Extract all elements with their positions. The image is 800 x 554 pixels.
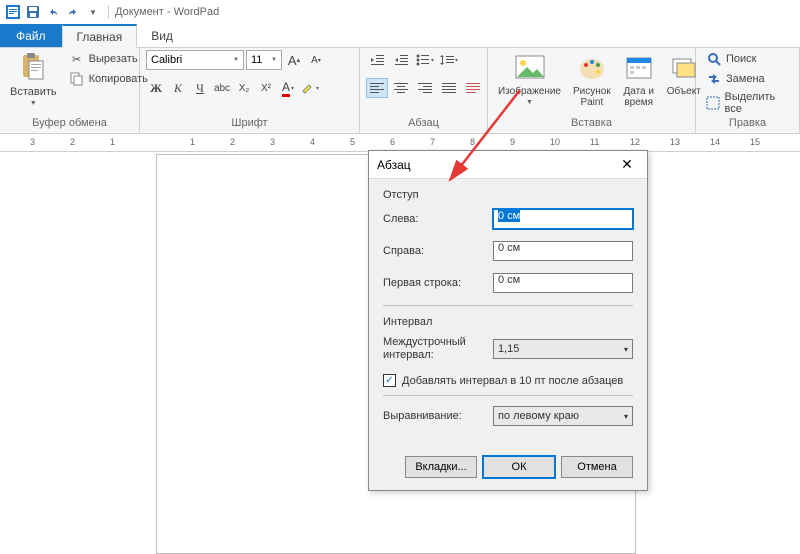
grow-font-button[interactable]: A▴ — [284, 50, 304, 70]
indent-section-label: Отступ — [383, 189, 633, 201]
ok-button[interactable]: ОК — [483, 456, 555, 478]
ribbon: Вставить ▼ ✂Вырезать Копировать Буфер об… — [0, 48, 800, 134]
underline-button[interactable]: Ч — [190, 78, 210, 98]
decrease-indent-button[interactable] — [366, 50, 388, 70]
group-clipboard: Вставить ▼ ✂Вырезать Копировать Буфер об… — [0, 48, 140, 133]
quick-access-toolbar: ▼ — [4, 3, 102, 21]
selectall-icon — [706, 95, 721, 111]
font-name-combo[interactable]: Calibri▼ — [146, 50, 244, 70]
replace-button[interactable]: Замена — [702, 70, 793, 88]
chevron-down-icon: ▾ — [431, 57, 434, 64]
replace-icon — [706, 71, 722, 87]
group-clipboard-label: Буфер обмена — [6, 117, 133, 131]
group-insert-label: Вставка — [494, 117, 689, 131]
spacing-section-label: Интервал — [383, 316, 633, 328]
strikethrough-button[interactable]: abc — [212, 78, 232, 98]
close-icon: ✕ — [621, 156, 633, 173]
shrink-font-button[interactable]: A▾ — [306, 50, 326, 70]
group-insert: Изображение▼ Рисунок Paint Дата и время … — [488, 48, 696, 133]
tab-home[interactable]: Главная — [62, 24, 138, 48]
app-icon[interactable] — [4, 3, 22, 21]
font-color-button[interactable]: A▾ — [278, 78, 298, 98]
addspace-checkbox[interactable]: ✓ — [383, 374, 396, 387]
group-font: Calibri▼ 11▼ A▴ A▾ Ж К Ч abc X₂ X² A▾ ▾ … — [140, 48, 360, 133]
left-indent-label: Слева: — [383, 213, 493, 225]
chevron-down-icon: ▾ — [291, 85, 294, 92]
font-size-combo[interactable]: 11▼ — [246, 50, 282, 70]
insert-image-button[interactable]: Изображение▼ — [494, 50, 565, 108]
increase-indent-button[interactable] — [390, 50, 412, 70]
window-title: Документ - WordPad — [115, 6, 219, 18]
addspace-label: Добавлять интервал в 10 пт после абзацев — [402, 375, 623, 387]
ribbon-tabs: Файл Главная Вид — [0, 24, 800, 48]
align-center-button[interactable] — [390, 78, 412, 98]
save-icon[interactable] — [24, 3, 42, 21]
paragraph-dialog-button[interactable] — [462, 78, 484, 98]
close-button[interactable]: ✕ — [615, 153, 639, 177]
chevron-down-icon: ▼ — [233, 57, 239, 63]
chevron-down-icon: ▾ — [624, 345, 628, 354]
chevron-down-icon: ▼ — [30, 100, 37, 107]
calendar-icon — [623, 52, 655, 84]
image-icon — [514, 52, 546, 84]
chevron-down-icon: ▾ — [455, 57, 458, 64]
tabs-button[interactable]: Вкладки... — [405, 456, 477, 478]
chevron-down-icon: ▾ — [624, 412, 628, 421]
chevron-down-icon: ▾ — [316, 85, 319, 92]
line-spacing-button[interactable]: ▾ — [438, 50, 460, 70]
group-edit-label: Правка — [702, 117, 793, 131]
cut-icon: ✂ — [69, 51, 85, 67]
paste-icon — [17, 52, 49, 84]
tab-file[interactable]: Файл — [0, 24, 62, 47]
paste-button[interactable]: Вставить ▼ — [6, 50, 61, 109]
cut-button[interactable]: ✂Вырезать — [65, 50, 152, 68]
linespacing-combo[interactable]: 1,15▾ — [493, 339, 633, 359]
paint-icon — [576, 52, 608, 84]
selectall-button[interactable]: Выделить все — [702, 90, 793, 116]
cancel-button[interactable]: Отмена — [561, 456, 633, 478]
bold-button[interactable]: Ж — [146, 78, 166, 98]
right-indent-label: Справа: — [383, 245, 493, 257]
left-indent-input[interactable]: 0 см — [493, 209, 633, 229]
qat-customize-icon[interactable]: ▼ — [84, 3, 102, 21]
titlebar: ▼ Документ - WordPad — [0, 0, 800, 24]
dialog-titlebar: Абзац ✕ — [369, 151, 647, 179]
object-icon — [668, 52, 700, 84]
group-paragraph: ▾ ▾ Абзац — [360, 48, 488, 133]
right-indent-input[interactable]: 0 см — [493, 241, 633, 261]
copy-button[interactable]: Копировать — [65, 70, 152, 88]
bullets-button[interactable]: ▾ — [414, 50, 436, 70]
linespacing-label: Междустрочный интервал: — [383, 336, 493, 362]
group-font-label: Шрифт — [146, 117, 353, 131]
tab-view[interactable]: Вид — [137, 24, 188, 47]
redo-icon[interactable] — [64, 3, 82, 21]
find-button[interactable]: Поиск — [702, 50, 793, 68]
group-paragraph-label: Абзац — [366, 117, 481, 131]
align-justify-button[interactable] — [438, 78, 460, 98]
chevron-down-icon: ▼ — [271, 57, 277, 63]
copy-icon — [69, 71, 85, 87]
paste-label: Вставить — [10, 86, 57, 98]
align-right-button[interactable] — [414, 78, 436, 98]
group-edit: Поиск Замена Выделить все Правка — [696, 48, 800, 133]
firstline-indent-label: Первая строка: — [383, 277, 493, 289]
paragraph-dialog: Абзац ✕ Отступ Слева: 0 см Справа: 0 см … — [368, 150, 648, 491]
subscript-button[interactable]: X₂ — [234, 78, 254, 98]
search-icon — [706, 51, 722, 67]
firstline-indent-input[interactable]: 0 см — [493, 273, 633, 293]
dialog-title-text: Абзац — [377, 158, 411, 172]
insert-paint-button[interactable]: Рисунок Paint — [569, 50, 615, 110]
chevron-down-icon: ▼ — [526, 99, 533, 106]
align-left-button[interactable] — [366, 78, 388, 98]
highlight-button[interactable]: ▾ — [300, 78, 320, 98]
insert-datetime-button[interactable]: Дата и время — [619, 50, 659, 110]
undo-icon[interactable] — [44, 3, 62, 21]
superscript-button[interactable]: X² — [256, 78, 276, 98]
italic-button[interactable]: К — [168, 78, 188, 98]
alignment-label: Выравнивание: — [383, 410, 493, 422]
alignment-combo[interactable]: по левому краю▾ — [493, 406, 633, 426]
